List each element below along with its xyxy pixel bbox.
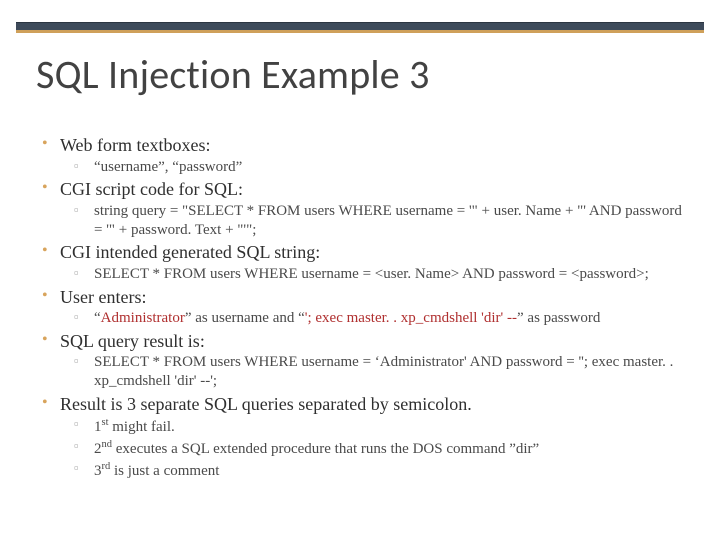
sub-text: might fail. [109, 419, 175, 435]
sub-text: executes a SQL extended procedure that r… [112, 441, 539, 457]
sub-text-red: Administrator [101, 310, 185, 326]
sub-text: is just a comment [110, 463, 219, 479]
bullet-text: Web form textboxes: [60, 135, 211, 155]
sub-item: “Administrator” as username and “'; exec… [60, 309, 692, 328]
sub-text: “username”, “password” [94, 159, 242, 175]
sub-item: string query = "SELECT * FROM users WHER… [60, 202, 692, 240]
sub-list: string query = "SELECT * FROM users WHER… [60, 202, 692, 240]
bullet-item: Result is 3 separate SQL queries separat… [36, 393, 692, 481]
sub-text-pre: “ [94, 310, 101, 326]
sub-text-post: ” as password [517, 310, 600, 326]
bullet-list: Web form textboxes: “username”, “passwor… [36, 134, 692, 481]
ord-sup: st [102, 417, 109, 428]
slide-title: SQL Injection Example 3 [36, 50, 684, 99]
bullet-item: SQL query result is: SELECT * FROM users… [36, 330, 692, 391]
bullet-item: CGI intended generated SQL string: SELEC… [36, 241, 692, 283]
sub-list: SELECT * FROM users WHERE username = ‘Ad… [60, 353, 692, 391]
sub-item: 1st might fail. [60, 416, 692, 437]
ord-num: 2 [94, 441, 102, 457]
sub-text: string query = "SELECT * FROM users WHER… [94, 203, 682, 238]
bullet-text: Result is 3 separate SQL queries separat… [60, 394, 472, 414]
sub-item: 2nd executes a SQL extended procedure th… [60, 438, 692, 459]
sub-list: SELECT * FROM users WHERE username = <us… [60, 265, 692, 284]
sub-list: 1st might fail. 2nd executes a SQL exten… [60, 416, 692, 480]
ord-sup: nd [102, 439, 113, 450]
sub-text: SELECT * FROM users WHERE username = ‘Ad… [94, 354, 673, 389]
sub-list: “Administrator” as username and “'; exec… [60, 309, 692, 328]
bullet-item: Web form textboxes: “username”, “passwor… [36, 134, 692, 176]
sub-item: 3rd is just a comment [60, 460, 692, 481]
sub-item: “username”, “password” [60, 158, 692, 177]
sub-list: “username”, “password” [60, 158, 692, 177]
bullet-item: CGI script code for SQL: string query = … [36, 178, 692, 239]
bullet-text: SQL query result is: [60, 331, 205, 351]
bullet-item: User enters: “Administrator” as username… [36, 286, 692, 328]
bullet-text: CGI script code for SQL: [60, 179, 243, 199]
sub-text-mid: ” as username and “ [185, 310, 305, 326]
slide: SQL Injection Example 3 Web form textbox… [0, 0, 720, 540]
sub-item: SELECT * FROM users WHERE username = ‘Ad… [60, 353, 692, 391]
slide-body: Web form textboxes: “username”, “passwor… [36, 134, 692, 483]
sub-item: SELECT * FROM users WHERE username = <us… [60, 265, 692, 284]
bullet-text: CGI intended generated SQL string: [60, 242, 320, 262]
top-rule-accent [16, 30, 704, 33]
ord-num: 1 [94, 419, 102, 435]
sub-text: SELECT * FROM users WHERE username = <us… [94, 266, 649, 282]
sub-text-red: '; exec master. . xp_cmdshell 'dir' -- [305, 310, 517, 326]
ord-sup: rd [102, 461, 111, 472]
bullet-text: User enters: [60, 287, 146, 307]
ord-num: 3 [94, 463, 102, 479]
